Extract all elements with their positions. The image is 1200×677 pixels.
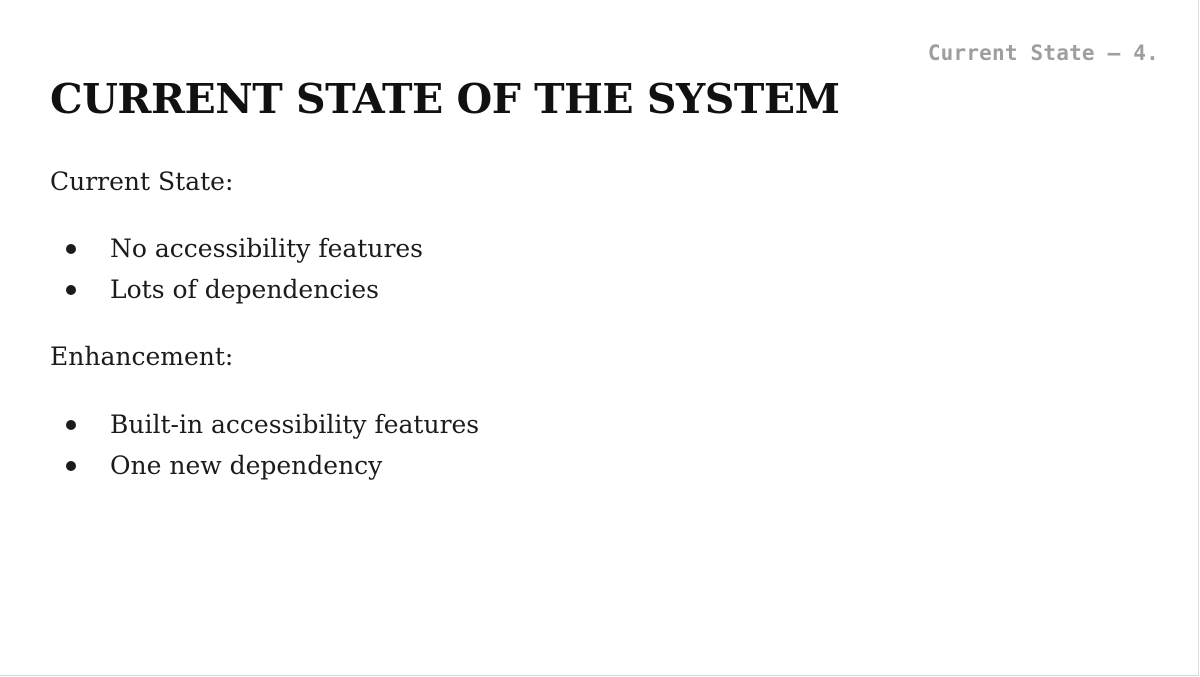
enhancement-heading: Enhancement: [50, 342, 234, 371]
bullet-icon [66, 244, 76, 254]
bullet-icon [66, 461, 76, 471]
bullet-icon [66, 285, 76, 295]
list-item-text: Lots of dependencies [110, 275, 379, 304]
slide-title: CURRENT STATE OF THE SYSTEM [50, 75, 840, 123]
bullet-icon [66, 420, 76, 430]
slide: Current State — 4. CURRENT STATE OF THE … [0, 0, 1199, 676]
list-item-text: One new dependency [110, 451, 383, 480]
section-label: Current State — 4. [927, 41, 1159, 65]
list-item-text: No accessibility features [110, 234, 424, 263]
current-state-heading: Current State: [50, 167, 234, 196]
list-item-text: Built-in accessibility features [110, 410, 480, 439]
